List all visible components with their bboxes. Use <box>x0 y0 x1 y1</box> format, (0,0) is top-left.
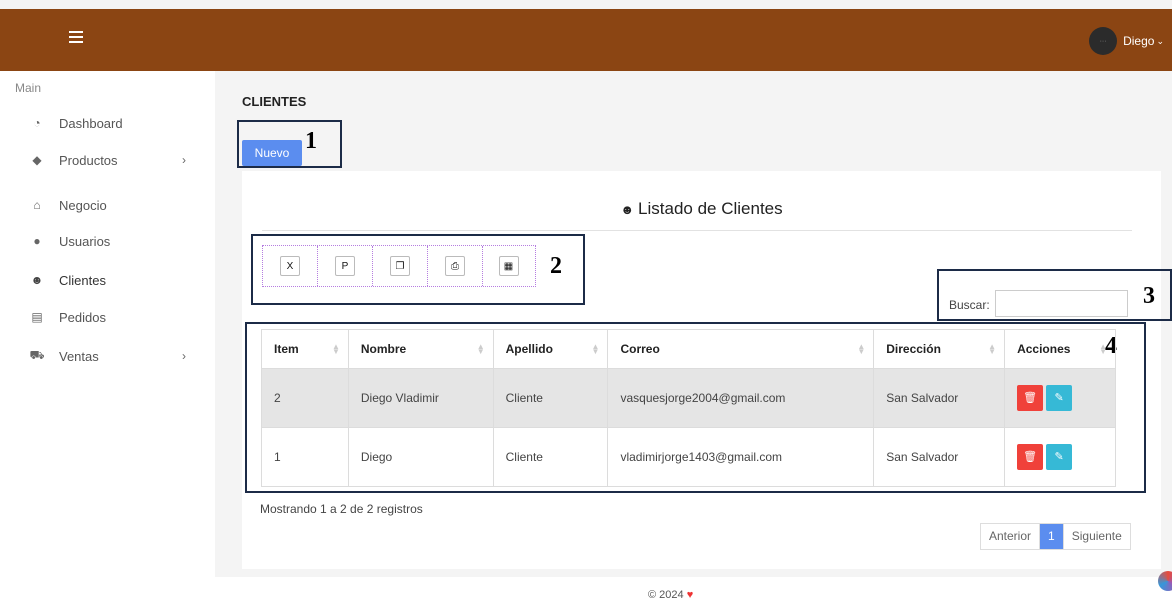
edit-button[interactable]: ✎ <box>1046 385 1073 411</box>
user-menu[interactable]: ··· Diego ⌄ <box>1089 27 1164 55</box>
floating-widget-icon[interactable] <box>1158 571 1172 591</box>
sidebar-item-label: Productos <box>59 152 118 168</box>
pie-chart-icon: ◔ <box>33 116 41 130</box>
chevron-down-icon: ⌄ <box>1156 35 1164 46</box>
sidebar-item-label: Usuarios <box>59 233 111 249</box>
cell-item: 2 <box>261 368 349 428</box>
page-1-button[interactable]: 1 <box>1040 524 1063 549</box>
cell-apellido: Cliente <box>492 368 609 428</box>
users-icon: ☻ <box>30 273 44 287</box>
delete-button[interactable]: 🗑 <box>1017 444 1044 470</box>
sort-icon: ▲ ▼ <box>857 342 866 356</box>
sidebar-item-label: Dashboard <box>59 115 123 131</box>
copy-button[interactable]: ❐ <box>373 246 428 286</box>
column-header-direccion[interactable]: Dirección ▲ ▼ <box>873 329 1006 369</box>
top-navbar: ··· Diego ⌄ <box>0 9 1172 71</box>
print-icon: ⎙ <box>445 256 465 276</box>
column-header-correo[interactable]: Correo ▲ ▼ <box>607 329 875 369</box>
sidebar-section-label: Main <box>15 81 42 95</box>
sidebar-item-label: Ventas <box>59 348 99 364</box>
next-page-button[interactable]: Siguiente <box>1062 524 1130 549</box>
annotation-box-1 <box>237 120 342 168</box>
search-label: Buscar: <box>949 298 990 312</box>
users-icon: ☻ <box>620 202 635 217</box>
sidebar-item-label: Pedidos <box>59 309 106 325</box>
clients-table: Item ▲ ▼ Nombre ▲ ▼ Apellido ▲ ▼ Correo ▲ ▼ Dire… <box>261 329 1116 487</box>
hamburger-icon[interactable] <box>69 31 83 43</box>
sidebar-item-label: Negocio <box>59 197 107 213</box>
list-icon: ▤ <box>31 310 43 324</box>
sort-icon: ▲ ▼ <box>1099 342 1107 356</box>
trash-icon: 🗑 <box>1023 392 1038 404</box>
card-title-text: Listado de Clientes <box>638 199 783 218</box>
cart-icon: ⛟ <box>29 348 45 362</box>
pagination: Anterior 1 Siguiente <box>980 523 1131 550</box>
edit-icon: ✎ <box>1054 392 1064 404</box>
cell-nombre: Diego <box>347 427 494 487</box>
sidebar-item-ventas[interactable]: ⛟ Ventas › <box>0 341 215 371</box>
file-excel-icon: X <box>280 256 300 276</box>
annotation-number: 3 <box>1143 283 1155 309</box>
sidebar-item-pedidos[interactable]: ▤ Pedidos <box>0 302 215 332</box>
pdf-export-button[interactable]: P <box>318 246 373 286</box>
sidebar-item-productos[interactable]: ◆ Productos › <box>0 145 215 175</box>
file-csv-icon: ▦ <box>498 256 519 276</box>
page-title: CLIENTES <box>242 94 307 109</box>
card-title: ☻ Listado de Clientes <box>242 199 1161 219</box>
annotation-number: 2 <box>550 253 562 279</box>
footer-text: © 2024 ♥ <box>648 589 693 598</box>
sidebar-item-usuarios[interactable]: ● Usuarios <box>0 226 215 256</box>
export-button-group: X P ❐ ⎙ ▦ <box>262 245 536 287</box>
sidebar: Main ◔ Dashboard ◆ Productos › ⌂ Negocio… <box>0 71 215 598</box>
column-header-item[interactable]: Item ▲ ▼ <box>261 329 349 369</box>
column-header-acciones[interactable]: Acciones ▲ ▼ <box>1004 329 1116 369</box>
sort-icon: ▲ ▼ <box>331 342 340 356</box>
table-info-text: Mostrando 1 a 2 de 2 registros <box>260 502 423 516</box>
heart-icon: ♥ <box>686 589 694 598</box>
column-header-apellido[interactable]: Apellido ▲ ▼ <box>492 329 609 369</box>
sort-icon: ▲ ▼ <box>988 342 997 356</box>
edit-button[interactable]: ✎ <box>1046 444 1073 470</box>
cell-correo: vasquesjorge2004@gmail.com <box>607 368 875 428</box>
cell-nombre: Diego Vladimir <box>347 368 494 428</box>
delete-button[interactable]: 🗑 <box>1017 385 1044 411</box>
avatar: ··· <box>1089 27 1118 55</box>
cell-acciones: 🗑 ✎ <box>1004 368 1116 428</box>
cell-direccion: San Salvador <box>873 427 1006 487</box>
cell-item: 1 <box>261 427 349 487</box>
cell-acciones: 🗑 ✎ <box>1004 427 1116 487</box>
sidebar-item-dashboard[interactable]: ◔ Dashboard <box>0 108 215 138</box>
csv-export-button[interactable]: ▦ <box>483 246 534 286</box>
sidebar-item-negocio[interactable]: ⌂ Negocio <box>0 190 215 220</box>
table-row: 2 Diego Vladimir Cliente vasquesjorge200… <box>261 368 1116 428</box>
user-name: Diego <box>1123 34 1155 48</box>
divider <box>262 230 1132 231</box>
user-icon: ● <box>33 234 41 248</box>
sort-icon: ▲ ▼ <box>591 342 600 356</box>
search-input[interactable] <box>995 290 1128 317</box>
home-icon: ⌂ <box>33 198 41 212</box>
previous-page-button[interactable]: Anterior <box>981 524 1041 549</box>
table-row: 1 Diego Cliente vladimirjorge1403@gmail.… <box>261 427 1116 487</box>
sidebar-item-clientes[interactable]: ☻ Clientes <box>0 265 215 295</box>
column-header-nombre[interactable]: Nombre ▲ ▼ <box>347 329 494 369</box>
excel-export-button[interactable]: X <box>263 246 318 286</box>
cell-correo: vladimirjorge1403@gmail.com <box>607 427 875 487</box>
cell-apellido: Cliente <box>492 427 609 487</box>
trash-icon: 🗑 <box>1023 451 1038 463</box>
cell-direccion: San Salvador <box>873 368 1006 428</box>
chevron-right-icon: › <box>182 349 186 363</box>
print-button[interactable]: ⎙ <box>428 246 483 286</box>
sidebar-item-label: Clientes <box>59 272 106 288</box>
copy-icon: ❐ <box>390 256 410 276</box>
sort-icon: ▲ ▼ <box>476 342 485 356</box>
tags-icon: ◆ <box>32 153 42 167</box>
annotation-number: 1 <box>305 128 317 154</box>
file-pdf-icon: P <box>335 256 355 276</box>
chevron-right-icon: › <box>182 153 186 167</box>
footer <box>215 577 1172 598</box>
edit-icon: ✎ <box>1054 451 1064 463</box>
